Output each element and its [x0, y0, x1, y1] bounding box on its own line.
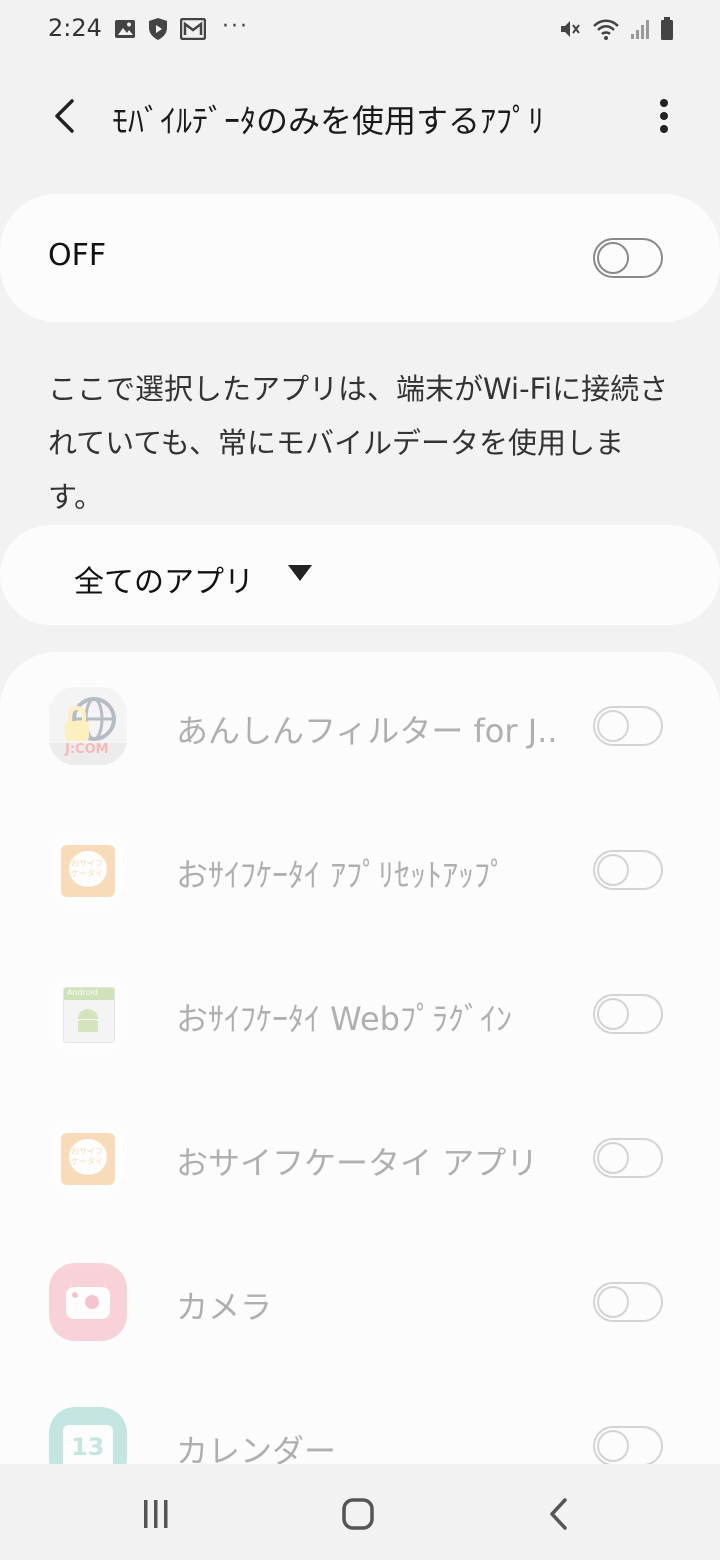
recents-icon: [144, 1500, 168, 1528]
app-toggle[interactable]: [593, 706, 663, 746]
app-label: おｻｲﾌｹｰﾀｲ Webﾌﾟﾗｸﾞｲﾝ: [176, 1000, 512, 1038]
android-icon-text: Android: [67, 988, 98, 997]
app-filter-label: 全てのアプリ: [74, 565, 254, 600]
toggle-knob: [597, 854, 629, 886]
app-row[interactable]: Android おｻｲﾌｹｰﾀｲ Webﾌﾟﾗｸﾞｲﾝ: [0, 942, 720, 1086]
gallery-notification-icon: [115, 20, 135, 38]
jcom-globe-lock-icon: J:COM: [49, 687, 127, 765]
app-list: J:COM あんしんフィルター for J.. おサイフケータイ おｻｲﾌｹｰﾀ…: [0, 652, 720, 1464]
master-switch-label: OFF: [48, 238, 107, 273]
app-label: カレンダー: [176, 1432, 337, 1464]
app-toggle[interactable]: [593, 850, 663, 890]
shield-notification-icon: [149, 18, 167, 40]
app-row[interactable]: J:COM あんしんフィルター for J..: [0, 654, 720, 798]
osaifu-icon-text: おサイフケータイ: [71, 859, 103, 878]
app-toggle[interactable]: [593, 1138, 663, 1178]
signal-icon: [631, 20, 649, 39]
app-toggle[interactable]: [593, 1426, 663, 1464]
toggle-knob: [597, 710, 629, 742]
master-switch-toggle[interactable]: [593, 238, 663, 278]
app-bar: ﾓﾊﾞｲﾙﾃﾞｰﾀのみを使用するｱﾌﾟﾘ: [0, 68, 720, 164]
more-notifications-icon: ···: [222, 13, 249, 39]
back-arrow-icon: [55, 99, 74, 133]
android-plugin-icon: Android: [49, 975, 127, 1053]
status-bar: 2:24 ···: [0, 0, 720, 60]
mail-notification-icon: [180, 18, 206, 40]
master-switch-card[interactable]: OFF: [0, 194, 720, 322]
dropdown-arrow-icon: [288, 565, 312, 581]
calendar-icon: 13: [49, 1407, 127, 1464]
toggle-knob: [597, 1286, 629, 1318]
app-label: カメラ: [176, 1288, 273, 1326]
status-time: 2:24: [48, 14, 102, 42]
osaifu-keitai-icon: おサイフケータイ: [49, 831, 127, 909]
app-row[interactable]: おサイフケータイ おサイフケータイ アプリ: [0, 1086, 720, 1230]
app-row[interactable]: 13 カレンダー: [0, 1374, 720, 1464]
app-filter-dropdown[interactable]: 全てのアプリ: [0, 525, 720, 625]
camera-icon: [49, 1263, 127, 1341]
back-button[interactable]: [40, 92, 88, 140]
osaifu-keitai-icon: おサイフケータイ: [49, 1119, 127, 1197]
app-label: おｻｲﾌｹｰﾀｲ ｱﾌﾟﾘｾｯﾄｱｯﾌﾟ: [176, 856, 507, 894]
toggle-knob: [597, 242, 629, 274]
app-label: あんしんフィルター for J..: [176, 712, 558, 750]
app-label: おサイフケータイ アプリ: [176, 1144, 539, 1182]
more-options-button[interactable]: [648, 92, 680, 140]
nav-back-button[interactable]: [526, 1492, 590, 1536]
app-toggle[interactable]: [593, 1282, 663, 1322]
back-chevron-icon: [550, 1498, 567, 1530]
app-row[interactable]: カメラ: [0, 1230, 720, 1374]
calendar-icon-day: 13: [71, 1433, 105, 1461]
description-text: ここで選択したアプリは、端末がWi-Fiに接続されていても、常にモバイルデータを…: [48, 372, 669, 514]
wifi-icon: [593, 19, 619, 40]
home-icon: [342, 1498, 374, 1530]
toggle-knob: [597, 1430, 629, 1462]
jcom-icon-text: J:COM: [65, 742, 109, 757]
mute-icon: [561, 21, 580, 37]
toggle-knob: [597, 998, 629, 1030]
home-button[interactable]: [326, 1492, 390, 1536]
toggle-knob: [597, 1142, 629, 1174]
recent-apps-button[interactable]: [124, 1492, 188, 1536]
more-vert-icon: [660, 99, 668, 133]
osaifu-icon-text: おサイフケータイ: [71, 1147, 103, 1166]
battery-icon: [661, 17, 673, 40]
navigation-bar: [0, 1464, 720, 1560]
app-row[interactable]: おサイフケータイ おｻｲﾌｹｰﾀｲ ｱﾌﾟﾘｾｯﾄｱｯﾌﾟ: [0, 798, 720, 942]
app-toggle[interactable]: [593, 994, 663, 1034]
page-title: ﾓﾊﾞｲﾙﾃﾞｰﾀのみを使用するｱﾌﾟﾘ: [112, 102, 545, 140]
